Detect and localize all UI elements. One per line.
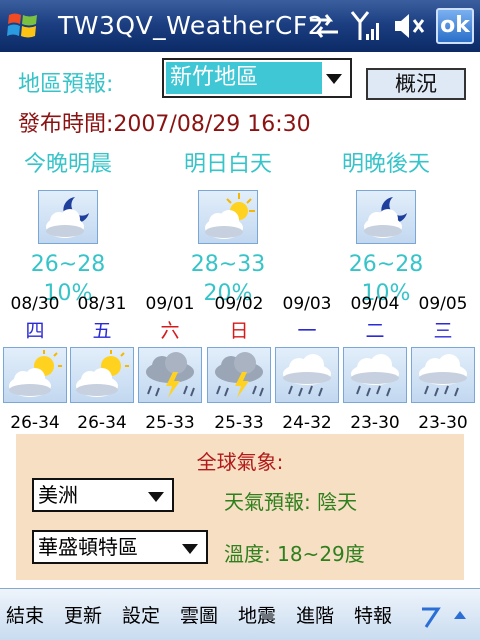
day-forecast: 09/05 三 23-30 — [410, 294, 476, 433]
volume-muted-icon[interactable] — [392, 10, 426, 42]
menu-bar: 結束 更新 設定 雲圖 地震 進階 特報 — [0, 588, 480, 640]
day-temp-range: 25-33 — [214, 413, 264, 433]
city-select-value: 華盛頓特區 — [38, 535, 138, 559]
thunderstorm-icon — [207, 347, 271, 403]
input-panel-icon[interactable] — [418, 599, 474, 631]
weekday: 三 — [433, 320, 453, 342]
connectivity-icon[interactable] — [306, 10, 342, 42]
day-forecast: 09/02 日 25-33 — [206, 294, 272, 433]
menu-alert[interactable]: 特報 — [354, 601, 392, 628]
day-date: 09/03 — [282, 294, 332, 314]
global-temp-label: 溫度: — [224, 542, 271, 566]
day-forecast: 09/04 二 23-30 — [342, 294, 408, 433]
sun-cloud-icon — [70, 347, 134, 403]
rain-icon — [343, 347, 407, 403]
period-forecast: 明日白天 28~33 20% — [168, 146, 288, 306]
period-temp: 28~33 — [190, 252, 266, 277]
partly-cloudy-night-icon — [38, 190, 98, 244]
area-select[interactable]: 新竹地區 — [162, 58, 352, 98]
weekday: 一 — [297, 320, 317, 342]
weekday: 二 — [365, 320, 385, 342]
city-select[interactable]: 華盛頓特區 — [32, 530, 208, 564]
menu-advanced[interactable]: 進階 — [296, 601, 334, 628]
overview-button[interactable]: 概況 — [366, 68, 466, 100]
menu-cloud-image[interactable]: 雲圖 — [180, 601, 218, 628]
menu-refresh[interactable]: 更新 — [64, 601, 102, 628]
menu-earthquake[interactable]: 地震 — [238, 601, 276, 628]
day-date: 09/02 — [214, 294, 264, 314]
publish-time-label: 發布時間: — [18, 112, 114, 137]
day-date: 08/30 — [10, 294, 60, 314]
publish-time-value: 2007/08/29 16:30 — [113, 112, 311, 137]
day-temp-range: 26-34 — [77, 413, 127, 433]
day-forecast: 09/03 一 24-32 — [274, 294, 340, 433]
day-temp-range: 23-30 — [350, 413, 400, 433]
day-temp-range: 24-32 — [282, 413, 332, 433]
area-select-value: 新竹地區 — [166, 62, 322, 94]
day-temp-range: 25-33 — [145, 413, 195, 433]
global-forecast-value: 陰天 — [317, 490, 358, 514]
day-forecast: 09/01 六 25-33 — [137, 294, 203, 433]
global-weather-title: 全球氣象: — [196, 450, 284, 474]
day-forecast: 08/31 五 26-34 — [69, 294, 135, 433]
region-select-value: 美洲 — [38, 483, 78, 507]
menu-settings[interactable]: 設定 — [122, 601, 160, 628]
sun-cloud-icon — [3, 347, 67, 403]
thunderstorm-icon — [138, 347, 202, 403]
chevron-down-icon — [326, 74, 342, 84]
period-forecast: 今晚明晨 26~28 10% — [8, 146, 128, 306]
weekday: 六 — [160, 320, 180, 342]
publish-time: 發布時間:2007/08/29 16:30 — [18, 106, 311, 138]
global-temp-value: 18~29度 — [277, 542, 365, 566]
app-title: TW3QV_WeatherCF2 — [58, 11, 325, 40]
period-temp: 26~28 — [30, 252, 106, 277]
menu-exit[interactable]: 結束 — [6, 601, 44, 628]
global-forecast-label: 天氣預報: — [224, 490, 311, 514]
day-date: 09/05 — [418, 294, 468, 314]
signal-strength-icon[interactable] — [350, 10, 382, 44]
chevron-down-icon — [182, 544, 198, 554]
partly-cloudy-night-icon — [356, 190, 416, 244]
rain-icon — [275, 347, 339, 403]
day-date: 08/31 — [77, 294, 127, 314]
global-forecast: 天氣預報: 陰天 — [224, 486, 357, 515]
global-weather-panel: 全球氣象: 美洲 華盛頓特區 天氣預報: 陰天 溫度: 18~29度 — [16, 434, 464, 580]
region-select[interactable]: 美洲 — [32, 478, 174, 512]
app-window: TW3QV_WeatherCF2 ok 地區預報: 新竹地區 概況 發布時間:2… — [0, 0, 480, 640]
ok-button[interactable]: ok — [436, 8, 474, 44]
period-label: 今晚明晨 — [23, 152, 112, 177]
period-label: 明日白天 — [183, 152, 272, 177]
day-temp-range: 26-34 — [10, 413, 60, 433]
title-bar: TW3QV_WeatherCF2 ok — [0, 0, 480, 52]
period-temp: 26~28 — [348, 252, 424, 277]
area-forecast-label: 地區預報: — [18, 72, 114, 97]
day-date: 09/04 — [350, 294, 400, 314]
day-date: 09/01 — [145, 294, 195, 314]
weekday: 四 — [25, 320, 45, 342]
period-forecast: 明晚後天 26~28 10% — [326, 146, 446, 306]
day-temp-range: 23-30 — [418, 413, 468, 433]
weekday: 五 — [92, 320, 112, 342]
weekday: 日 — [229, 320, 249, 342]
partly-cloudy-day-icon — [198, 190, 258, 244]
global-temperature: 溫度: 18~29度 — [224, 538, 365, 567]
day-forecast: 08/30 四 26-34 — [2, 294, 68, 433]
period-label: 明晚後天 — [341, 152, 430, 177]
chevron-down-icon — [148, 492, 164, 502]
windows-logo-icon[interactable] — [6, 9, 40, 43]
rain-icon — [411, 347, 475, 403]
